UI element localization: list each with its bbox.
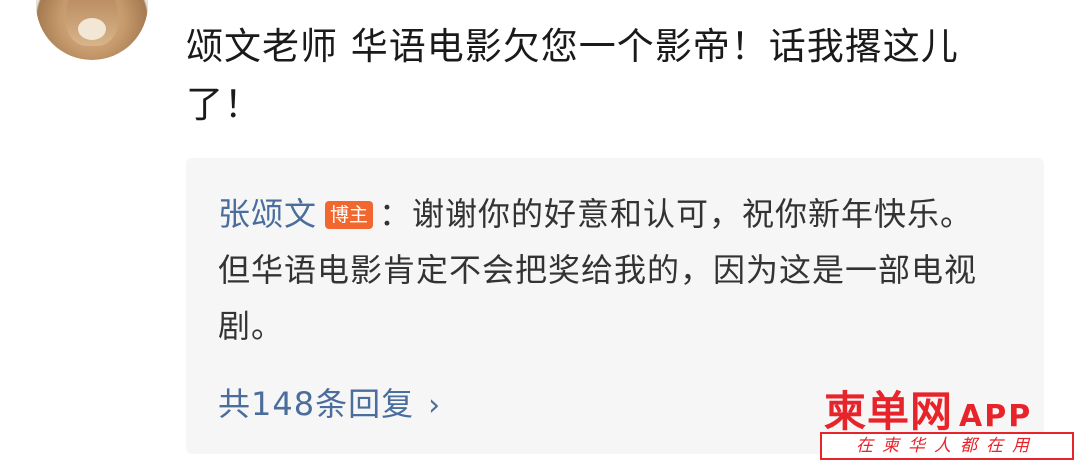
comment-text: 颂文老师 华语电影欠您一个影帝！话我撂这儿了！ [186, 25, 959, 126]
reply-content: 张颂文 博主 ：谢谢你的好意和认可，祝你新年快乐。但华语电影肯定不会把奖给我的，因为… [218, 186, 998, 354]
more-replies-label: 共148条回复 [218, 385, 415, 423]
watermark-app: APP [959, 399, 1033, 434]
chevron-right-icon: › [428, 388, 442, 423]
watermark-title: 柬单网 [824, 387, 954, 436]
avatar[interactable] [36, 0, 148, 60]
watermark-slogan-bar: 在柬华人都在用 [820, 432, 1074, 460]
watermark-slogan: 在柬华人都在用 [856, 436, 1038, 456]
reply-separator: ： [379, 195, 413, 233]
reply-author[interactable]: 张颂文 [218, 195, 317, 233]
view-all-replies-link[interactable]: 共148条回复 › [218, 380, 441, 430]
avatar-cat-chin [78, 18, 106, 40]
blogger-badge: 博主 [325, 201, 374, 229]
watermark: 柬单网 APP 在柬华人都在用 [820, 378, 1076, 464]
watermark-logo: 柬单网 APP [824, 378, 1032, 439]
